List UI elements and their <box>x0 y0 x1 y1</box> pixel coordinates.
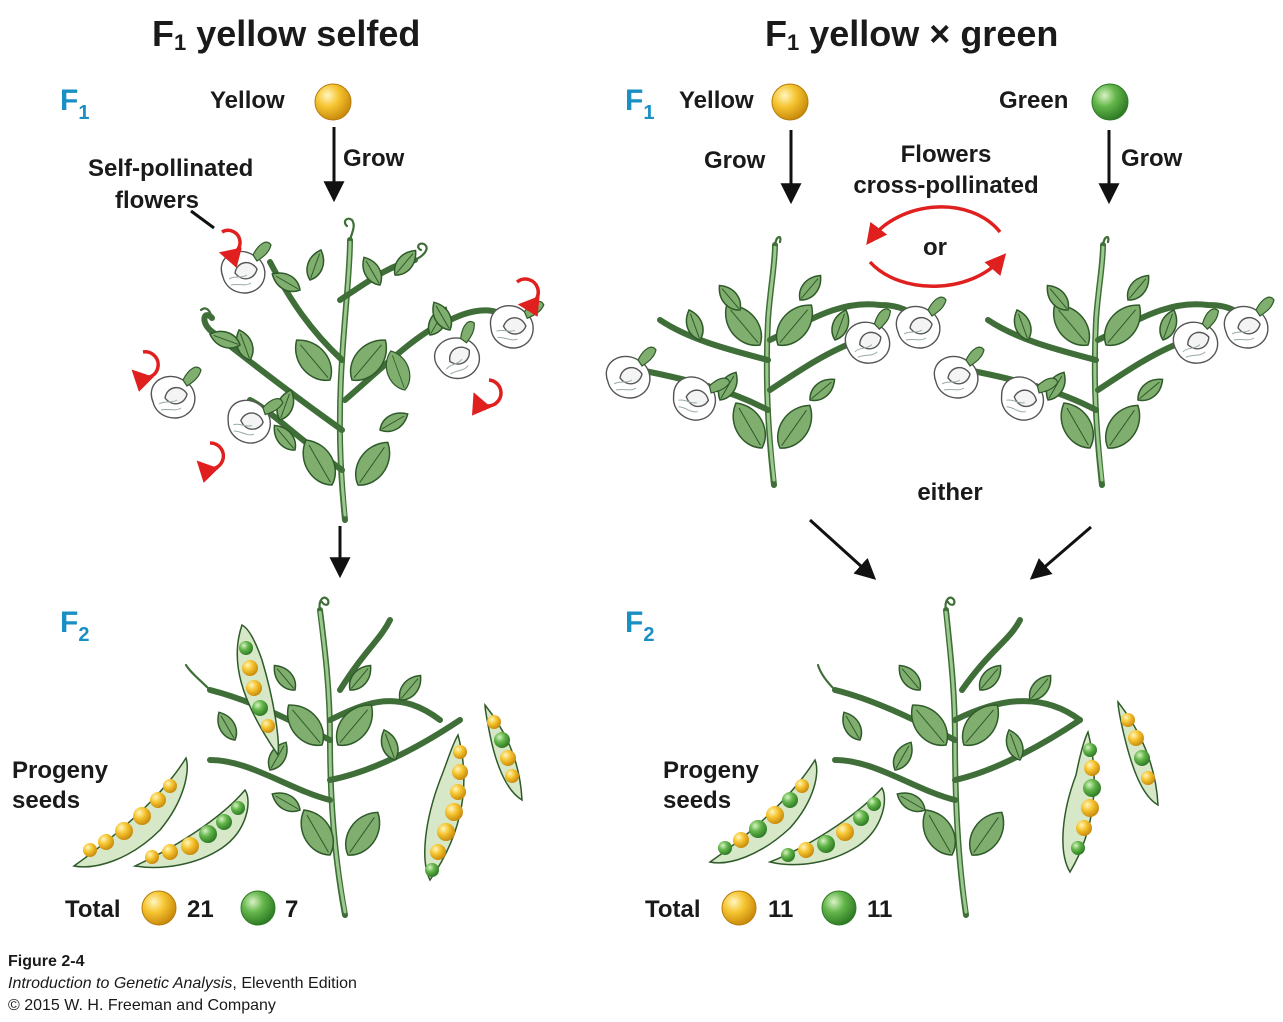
book-edition: , Eleventh Edition <box>232 975 357 992</box>
left-total-green-seed-icon <box>240 890 276 926</box>
left-yellow-count: 21 <box>187 896 214 923</box>
either-label: either <box>917 479 982 506</box>
left-f1-label: F1 <box>60 84 89 124</box>
mendel-cross-diagram: F1 yellow selfed F1 yellow × green F1 Ye… <box>12 13 1275 926</box>
left-f1-plant <box>150 217 545 523</box>
book-line: Introduction to Genetic Analysis, Eleven… <box>8 973 357 995</box>
left-yellow-label: Yellow <box>210 87 285 114</box>
self-pollination-arrow-4 <box>472 378 503 416</box>
either-arrow-left <box>808 518 877 580</box>
left-title: F1 yellow selfed <box>152 13 420 55</box>
figure-number: Figure 2-4 <box>8 953 85 970</box>
left-f2-label: F2 <box>60 606 89 646</box>
self-pollination-arrow-5 <box>196 441 226 483</box>
flowers-line2: cross-pollinated <box>853 172 1038 199</box>
right-f2-label: F2 <box>625 606 654 646</box>
left-progeny-line2: seeds <box>12 787 80 814</box>
self-pollination-arrow-2 <box>515 277 540 317</box>
self-pollinated-line1: Self-pollinated <box>88 155 253 182</box>
right-green-count: 11 <box>867 896 892 923</box>
right-grow-right-label: Grow <box>1121 145 1183 172</box>
left-progeny-line1: Progeny <box>12 757 109 784</box>
book-title: Introduction to Genetic Analysis <box>8 975 233 992</box>
copyright: © 2015 W. H. Freeman and Company <box>8 997 276 1014</box>
right-progeny-line1: Progeny <box>663 757 760 784</box>
right-pod-3 <box>1062 729 1101 874</box>
left-green-count: 7 <box>285 896 298 923</box>
or-label: or <box>923 234 947 261</box>
right-total-label: Total <box>645 896 701 923</box>
right-f1-label: F1 <box>625 84 654 124</box>
right-total-green-seed-icon <box>821 890 857 926</box>
right-pod-4 <box>1117 699 1159 807</box>
flowers-line1: Flowers <box>901 141 992 168</box>
right-f2-plant <box>816 596 1083 918</box>
left-total-label: Total <box>65 896 121 923</box>
self-pollinated-pointer <box>190 209 215 230</box>
right-total-yellow-seed-icon <box>721 890 757 926</box>
left-total-yellow-seed-icon <box>141 890 177 926</box>
right-green-label: Green <box>999 87 1068 114</box>
left-pod-4 <box>424 733 468 882</box>
right-grow-left-label: Grow <box>704 147 766 174</box>
right-yellow-count: 11 <box>768 896 793 923</box>
left-pod-5 <box>484 702 523 802</box>
left-yellow-seed-icon <box>314 83 352 121</box>
cross-pollination-arrow-right <box>868 253 1007 288</box>
self-pollinated-line2: flowers <box>115 187 199 214</box>
right-progeny-line2: seeds <box>663 787 731 814</box>
either-arrow-right <box>1029 525 1092 580</box>
self-pollination-arrow-3 <box>131 350 160 392</box>
left-grow-label: Grow <box>343 145 405 172</box>
right-green-seed-icon <box>1091 83 1129 121</box>
self-pollination-arrow-1 <box>218 228 242 268</box>
right-f1-plant-yellow <box>605 235 947 488</box>
right-yellow-seed-icon <box>771 83 809 121</box>
left-f2-plant <box>184 596 463 918</box>
left-pod-3 <box>236 623 280 758</box>
right-yellow-label: Yellow <box>679 87 754 114</box>
figure-caption: Figure 2-4 Introduction to Genetic Analy… <box>8 951 357 1017</box>
right-title: F1 yellow × green <box>765 13 1058 55</box>
